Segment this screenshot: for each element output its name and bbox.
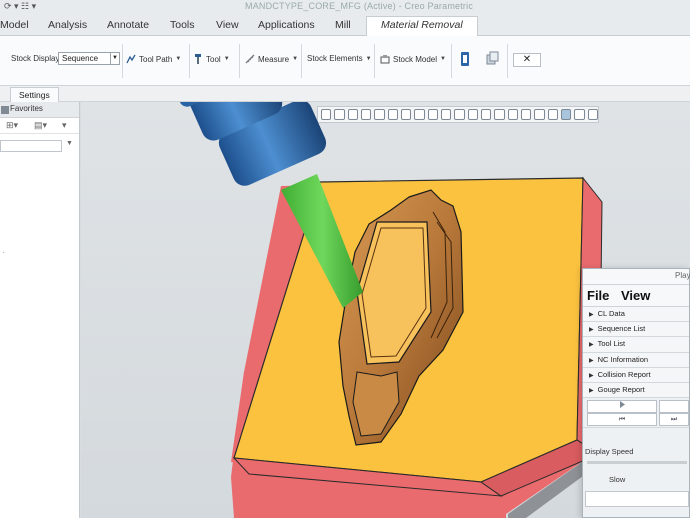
chevron-down-icon: ▼: [292, 56, 299, 62]
tool-button[interactable]: Tool ▼: [193, 54, 230, 64]
stock-elements-label: Stock Elements: [307, 54, 363, 63]
dialog-menu-bar: File View: [583, 285, 689, 307]
section-sequence-list[interactable]: ▶ Sequence List: [583, 322, 689, 338]
display-speed-label: Display Speed: [585, 447, 634, 456]
slow-label: Slow: [609, 475, 626, 484]
measure-icon: [245, 54, 255, 64]
chevron-down-icon: ▼: [440, 56, 446, 62]
play-path-dialog: Play File View ▶ CL Data ▶ Sequence List ▶…: [582, 268, 690, 518]
close-button[interactable]: ✕: [513, 53, 541, 67]
title-bar: ⟳ ▾ ☷ ▾ MANDCTYPE_CORE_MFG (Active) - Cr…: [0, 0, 690, 14]
expand-arrow-icon: ▶: [589, 327, 594, 334]
tree-settings-icon[interactable]: ▤▾: [34, 120, 47, 131]
measure-label: Measure: [258, 54, 290, 64]
dialog-footer-field[interactable]: [585, 491, 689, 507]
section-label: NC Information: [597, 354, 649, 364]
ribbon-group-row: Settings: [0, 86, 690, 102]
chevron-down-icon: ▼: [223, 56, 230, 62]
chevron-down-icon: ▼: [365, 55, 372, 62]
rewind-icon: ⏮: [618, 416, 626, 424]
forward-button[interactable]: ⏭: [659, 413, 689, 427]
ribbon-tab-bar: Model Analysis Annotate Tools View Appli…: [0, 14, 690, 37]
rewind-button[interactable]: ⏮: [587, 413, 657, 427]
section-label: Tool List: [597, 339, 626, 349]
section-label: Gouge Report: [597, 384, 645, 394]
section-gouge-report[interactable]: ▶ Gouge Report: [583, 382, 689, 399]
section-tool-list[interactable]: ▶ Tool List: [583, 337, 689, 353]
playback-controls: ⏮ ⏭: [583, 398, 689, 429]
play-button[interactable]: [587, 400, 657, 414]
tab-applications[interactable]: Applications: [258, 17, 315, 35]
display-speed-slider[interactable]: [587, 461, 687, 464]
separator: [451, 44, 452, 78]
quick-access-icons[interactable]: ⟳ ▾ ☷ ▾: [4, 1, 36, 12]
tab-view[interactable]: View: [216, 17, 239, 35]
panel-toolbar: ⊞▾ ▤▾ ▾: [0, 118, 79, 134]
stock-display-value: Sequence: [62, 54, 99, 63]
section-collision-report[interactable]: ▶ Collision Report: [583, 367, 689, 383]
tree-search-input[interactable]: [0, 140, 62, 152]
tool-label: Tool: [206, 54, 221, 64]
tool-icon: [195, 54, 201, 64]
separator: [507, 44, 508, 78]
separator: [239, 44, 240, 78]
section-nc-information[interactable]: ▶ NC Information: [583, 352, 689, 368]
dialog-title: Play: [675, 271, 690, 280]
section-cl-data[interactable]: ▶ CL Data: [583, 307, 689, 323]
forward-icon: ⏭: [670, 416, 678, 424]
separator: [122, 44, 123, 78]
stock-display-label: Stock Display: [11, 54, 60, 63]
section-label: CL Data: [597, 309, 625, 318]
section-label: Collision Report: [597, 369, 651, 379]
tree-more-icon[interactable]: ▾: [62, 120, 67, 131]
favorites-icon: [1, 106, 9, 114]
tree-indicator: ·: [2, 248, 5, 257]
play-icon: [619, 401, 625, 409]
expand-arrow-icon: ▶: [589, 312, 594, 318]
stock-model-label: Stock Model: [393, 54, 438, 64]
tool-path-icon: [126, 54, 136, 64]
settings-tab[interactable]: Settings: [10, 87, 59, 102]
separator: [374, 44, 375, 78]
menu-file[interactable]: File: [587, 288, 609, 303]
measure-button[interactable]: Measure ▼: [245, 54, 298, 64]
section-label: Sequence List: [597, 324, 646, 334]
dialog-title-bar[interactable]: Play: [583, 269, 690, 285]
panel-tabs: Favorites: [0, 102, 79, 118]
chevron-down-icon: ▼: [175, 56, 182, 62]
separator: [301, 44, 302, 78]
tab-model[interactable]: Model: [0, 17, 29, 35]
tool-path-button[interactable]: Tool Path ▼: [126, 54, 181, 64]
stock-elements-button[interactable]: Stock Elements ▼: [307, 54, 372, 63]
separator: [189, 44, 190, 78]
tab-tools[interactable]: Tools: [170, 17, 195, 35]
play-sequence-icon[interactable]: [460, 51, 470, 67]
next-button[interactable]: [659, 400, 689, 414]
window-title: MANDCTYPE_CORE_MFG (Active) - Creo Param…: [245, 1, 474, 11]
ribbon-panel: Stock Display Sequence ▼ Tool Path ▼ Too…: [0, 36, 690, 86]
expand-arrow-icon: ▶: [589, 357, 594, 364]
tree-filter-icon[interactable]: ⊞▾: [6, 120, 18, 131]
tool-path-label: Tool Path: [139, 54, 173, 64]
stock-display-select[interactable]: Sequence ▼: [58, 52, 120, 65]
tab-annotate[interactable]: Annotate: [107, 17, 149, 35]
expand-arrow-icon: ▶: [589, 387, 594, 394]
chevron-down-icon[interactable]: ▼: [66, 140, 73, 147]
menu-view[interactable]: View: [621, 288, 650, 303]
tab-mill[interactable]: Mill: [335, 17, 351, 35]
tab-analysis[interactable]: Analysis: [48, 17, 87, 35]
expand-arrow-icon: ▶: [589, 372, 594, 379]
model-tree-panel: Favorites ⊞▾ ▤▾ ▾ ▼ ·: [0, 102, 80, 518]
favorites-tab[interactable]: Favorites: [10, 104, 43, 113]
tab-material-removal[interactable]: Material Removal: [366, 16, 478, 37]
chevron-down-icon: ▼: [110, 53, 119, 64]
stock-model-button[interactable]: Stock Model ▼: [380, 54, 446, 64]
stock-model-icon: [380, 55, 390, 64]
compare-stock-icon[interactable]: [486, 51, 499, 65]
expand-arrow-icon: ▶: [589, 342, 594, 349]
